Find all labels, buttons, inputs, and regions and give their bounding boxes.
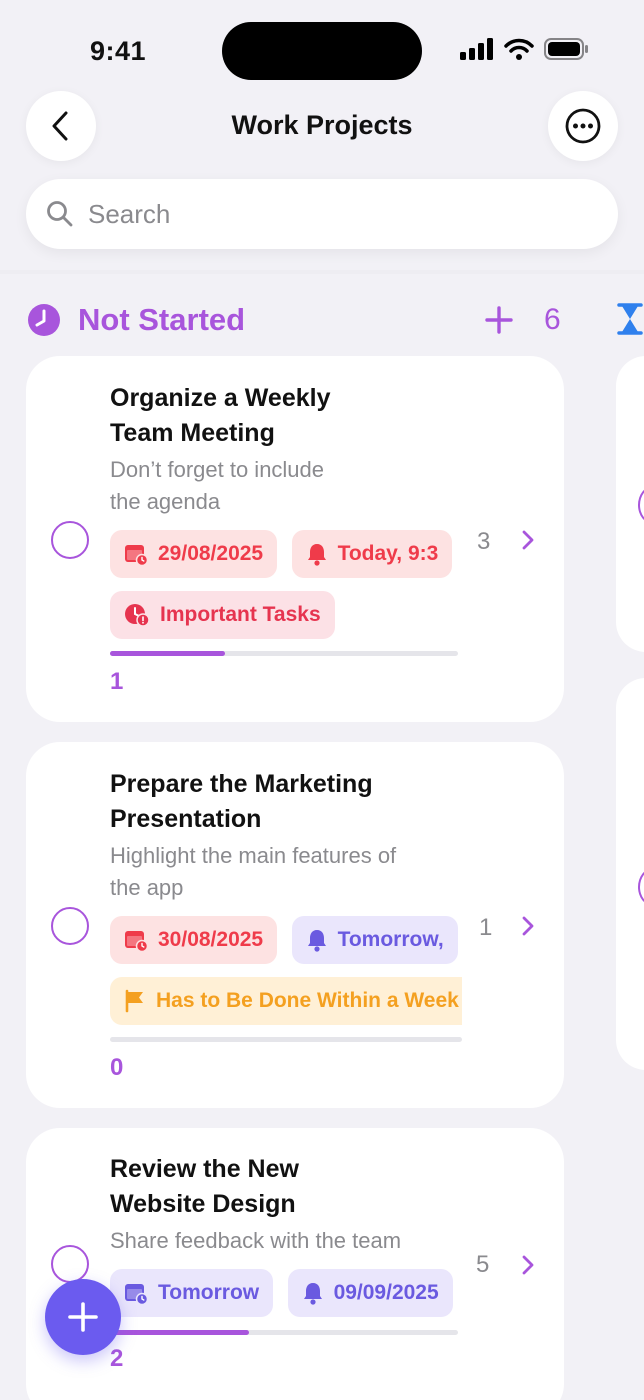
search-icon [47,201,73,227]
next-column-card[interactable] [616,356,644,652]
tag-row: Has to Be Done Within a Week [110,977,462,1025]
cellular-signal-icon [460,38,493,60]
next-column-card[interactable] [616,678,644,1070]
subtask-count: 5 [476,1251,490,1278]
status-time: 9:41 [90,36,147,66]
status-icons [460,38,590,60]
search-input[interactable] [88,198,568,230]
task-title: Review the New Website Design [110,1155,299,1218]
task-card[interactable]: Review the New Website Design Share feed… [26,1128,564,1400]
progress-count: 2 [110,1345,124,1372]
alert-clock-icon [125,604,150,627]
due-date-tag[interactable]: 30/08/2025 [110,916,278,964]
add-task-fab[interactable] [45,1279,121,1355]
calendar-clock-icon [125,931,148,952]
divider [0,270,644,274]
progress-count: 1 [110,668,124,695]
progress-bar [110,1037,462,1042]
bell-icon [303,1283,322,1305]
task-title: Prepare the Marketing Presentation [110,770,373,833]
chevron-right-icon[interactable] [520,528,536,552]
wifi-icon [504,38,534,60]
hourglass-icon [617,303,643,335]
task-title: Organize a Weekly Team Meeting [110,384,331,447]
column-task-count: 6 [544,303,561,336]
flag-icon [125,989,143,1013]
clock-icon [28,304,60,336]
plus-icon [68,1302,98,1332]
header: Work Projects [0,90,644,162]
complete-checkbox[interactable] [638,868,644,906]
tag-row: Important Tasks [110,591,458,639]
tag-row: 29/08/2025 Today, 9:3 [110,530,458,578]
dynamic-island [222,22,422,80]
progress-bar [110,1330,458,1335]
reminder-tag[interactable]: Today, 9:3 [291,530,453,578]
search-bar[interactable] [26,179,618,249]
task-description: Share feedback with the team [110,1228,402,1253]
bell-icon [307,544,326,566]
reminder-tag[interactable]: Tomorrow, [291,916,458,964]
tag-row: Tomorrow 09/09/2025 [110,1269,458,1317]
progress-fill [110,651,225,656]
due-date-tag[interactable]: Tomorrow [110,1269,274,1317]
add-task-button[interactable] [484,300,514,340]
column-title: Not Started [78,302,246,337]
chevron-right-icon[interactable] [520,914,536,938]
task-description: Don’t forget to include the agenda [110,457,325,514]
due-date-tag[interactable]: 29/08/2025 [110,530,278,578]
status-bar: 9:41 [0,0,644,100]
reminder-tag[interactable]: 09/09/2025 [287,1269,453,1317]
calendar-clock-icon [125,1284,148,1305]
progress-bar [110,651,458,656]
complete-checkbox[interactable] [51,521,89,559]
tag-row: 30/08/2025 Tomorrow, [110,916,462,964]
plus-icon [485,306,513,334]
list-tag[interactable]: Important Tasks [110,591,335,639]
list-tag[interactable]: Has to Be Done Within a Week [110,977,462,1025]
column-header: Not Started 6 [26,300,566,340]
task-description: Highlight the main features of the app [110,843,397,900]
task-card[interactable]: Prepare the Marketing Presentation Highl… [26,742,564,1108]
subtask-count: 1 [479,914,493,941]
task-card[interactable]: Organize a Weekly Team Meeting Don’t for… [26,356,564,722]
progress-count: 0 [110,1054,124,1081]
chevron-right-icon[interactable] [520,1253,536,1277]
subtask-count: 3 [477,528,491,555]
battery-icon [544,38,588,60]
more-options-button[interactable] [548,91,618,161]
calendar-clock-icon [125,545,148,566]
progress-fill [110,1330,250,1335]
complete-checkbox[interactable] [638,486,644,524]
bell-icon [307,930,326,952]
complete-checkbox[interactable] [51,907,89,945]
complete-checkbox[interactable] [51,1245,89,1283]
ellipsis-circle-icon [565,108,601,144]
